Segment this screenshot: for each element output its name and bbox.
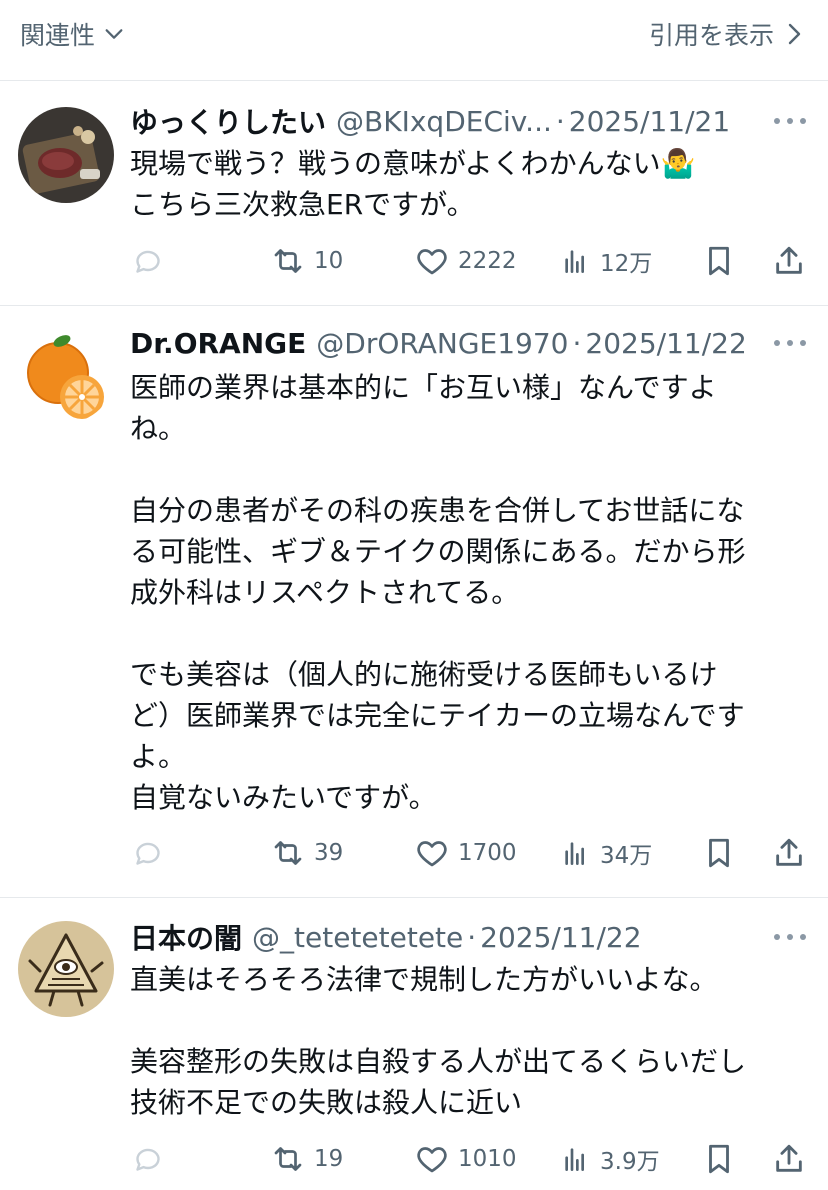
reply-icon [136,842,160,865]
reply-button[interactable] [130,241,166,281]
view-quotes-label: 引用を表示 [648,21,774,50]
tweet-date[interactable]: 2025/11/22 [585,327,746,360]
tweet-actions: 39 1700 34万 [130,833,808,873]
views-icon [565,842,584,865]
bookmark-icon [709,838,729,868]
retweet-icon [274,1147,302,1171]
share-icon [776,246,802,274]
bookmark-button[interactable] [702,833,736,873]
separator-dot: · [555,104,565,138]
tweet-text: 直美はそろそろ法律で規制した方がいいよな。 美容整形の失敗は自殺する人が出てるく… [130,959,800,1123]
retweet-button[interactable]: 19 [270,1139,343,1179]
like-button[interactable]: 2222 [414,241,517,281]
tweet-actions: 19 1010 3.9万 [130,1139,808,1179]
views-button[interactable]: 12万 [560,241,652,281]
tweet-line: よ。 [130,740,187,773]
reply-button[interactable] [130,1139,166,1179]
tweet-line: 自分の患者がその科の疾患を合併してお世話にな [130,494,745,527]
like-count: 1010 [458,1146,517,1172]
views-count: 3.9万 [600,1149,660,1175]
retweet-count: 39 [314,840,344,866]
share-button[interactable] [772,1139,806,1179]
tweet-line: でも美容は（個人的に施術受ける医師もいるけ [130,658,718,691]
more-icon[interactable] [774,333,806,353]
bookmark-button[interactable] [702,1139,736,1179]
tweet-line: 現場で戦う？戦うの意味がよくわかんない🤷‍♂️ [130,147,696,180]
tweet-header: 日本の闇 @_tetetetetete · 2025/11/22 [130,917,768,957]
avatar[interactable] [18,921,114,1017]
like-icon [417,1147,447,1173]
reply-button[interactable] [130,833,166,873]
view-quotes-link[interactable]: 引用を表示 [649,16,804,52]
replies-header: 関連性 引用を表示 [0,0,828,81]
views-count: 12万 [600,251,653,277]
sort-dropdown[interactable]: 関連性 [20,16,125,52]
chevron-right-icon [788,23,801,45]
reply-tweet[interactable]: 日本の闇 @_tetetetetete · 2025/11/22 直美はそろそろ… [0,897,828,1190]
tweet-date[interactable]: 2025/11/22 [480,921,641,954]
retweet-button[interactable]: 39 [270,833,343,873]
views-icon [565,1148,584,1171]
retweet-count: 10 [314,248,344,274]
share-button[interactable] [772,833,806,873]
avatar[interactable] [18,327,114,423]
reply-icon [136,250,160,273]
like-icon [417,249,447,275]
chevron-down-icon [105,29,123,39]
bookmark-button[interactable] [702,241,736,281]
tweet-line: こちら三次救急ERですが。 [130,188,475,221]
tweet-line: 技術不足での失敗は殺人に近い [130,1086,523,1119]
display-name[interactable]: ゆっくりしたい [130,101,326,141]
like-count: 2222 [458,248,517,274]
like-button[interactable]: 1010 [414,1139,517,1179]
like-button[interactable]: 1700 [414,833,517,873]
user-handle[interactable]: @_tetetetetete [252,921,463,954]
tweet-line: 自覚ないみたいですが。 [130,781,437,814]
tweet-line: ね。 [130,412,187,445]
retweet-count: 19 [314,1146,344,1172]
tweet-line: る可能性、ギブ＆テイクの関係にある。だから形 [130,535,746,568]
more-icon[interactable] [774,111,806,131]
user-handle[interactable]: @DrORANGE1970 [316,327,568,360]
tweet-line: 医師の業界は基本的に「お互い様」なんですよ [130,371,717,404]
tweet-line [130,449,800,490]
like-count: 1700 [458,840,517,866]
separator-dot: · [467,920,477,954]
retweet-icon [274,841,302,865]
tweet-line: 成外科はリスペクトされてる。 [130,576,520,609]
separator-dot: · [572,326,582,360]
bookmark-icon [709,246,729,276]
tweet-line: 美容整形の失敗は自殺する人が出てるくらいだし [130,1045,747,1078]
tweet-header: Dr.ORANGE @DrORANGE1970 · 2025/11/22 [130,323,768,363]
more-icon[interactable] [774,927,806,947]
reply-icon [136,1148,160,1171]
user-handle[interactable]: @BKIxqDECiv... [336,105,552,138]
reply-tweet[interactable]: ゆっくりしたい @BKIxqDECiv... · 2025/11/21 現場で戦… [0,81,828,306]
views-button[interactable]: 34万 [560,833,652,873]
views-button[interactable]: 3.9万 [560,1139,660,1179]
share-button[interactable] [772,241,806,281]
like-icon [417,841,447,867]
retweet-icon [274,249,302,273]
tweet-header: ゆっくりしたい @BKIxqDECiv... · 2025/11/21 [130,101,768,141]
avatar[interactable] [18,107,114,203]
tweet-line: ど）医師業界では完全にテイカーの立場なんです [130,699,745,732]
sort-label: 関連性 [20,21,96,50]
tweet-line: 直美はそろそろ法律で規制した方がいいよな。 [130,963,718,996]
bookmark-icon [709,1144,729,1174]
share-icon [776,838,802,866]
tweet-actions: 10 2222 12万 [130,241,808,281]
display-name[interactable]: 日本の闇 [130,917,242,957]
tweet-line [130,613,800,654]
display-name[interactable]: Dr.ORANGE [130,327,306,360]
tweet-text: 現場で戦う？戦うの意味がよくわかんない🤷‍♂️ こちら三次救急ERですが。 [130,143,800,225]
tweet-date[interactable]: 2025/11/21 [569,105,730,138]
reply-tweet[interactable]: Dr.ORANGE @DrORANGE1970 · 2025/11/22 医師の… [0,305,828,898]
retweet-button[interactable]: 10 [270,241,343,281]
share-icon [776,1144,802,1172]
tweet-line [130,1000,800,1041]
views-icon [565,250,584,273]
tweet-text: 医師の業界は基本的に「お互い様」なんですよ ね。 自分の患者がその科の疾患を合併… [130,367,800,818]
views-count: 34万 [600,843,653,869]
